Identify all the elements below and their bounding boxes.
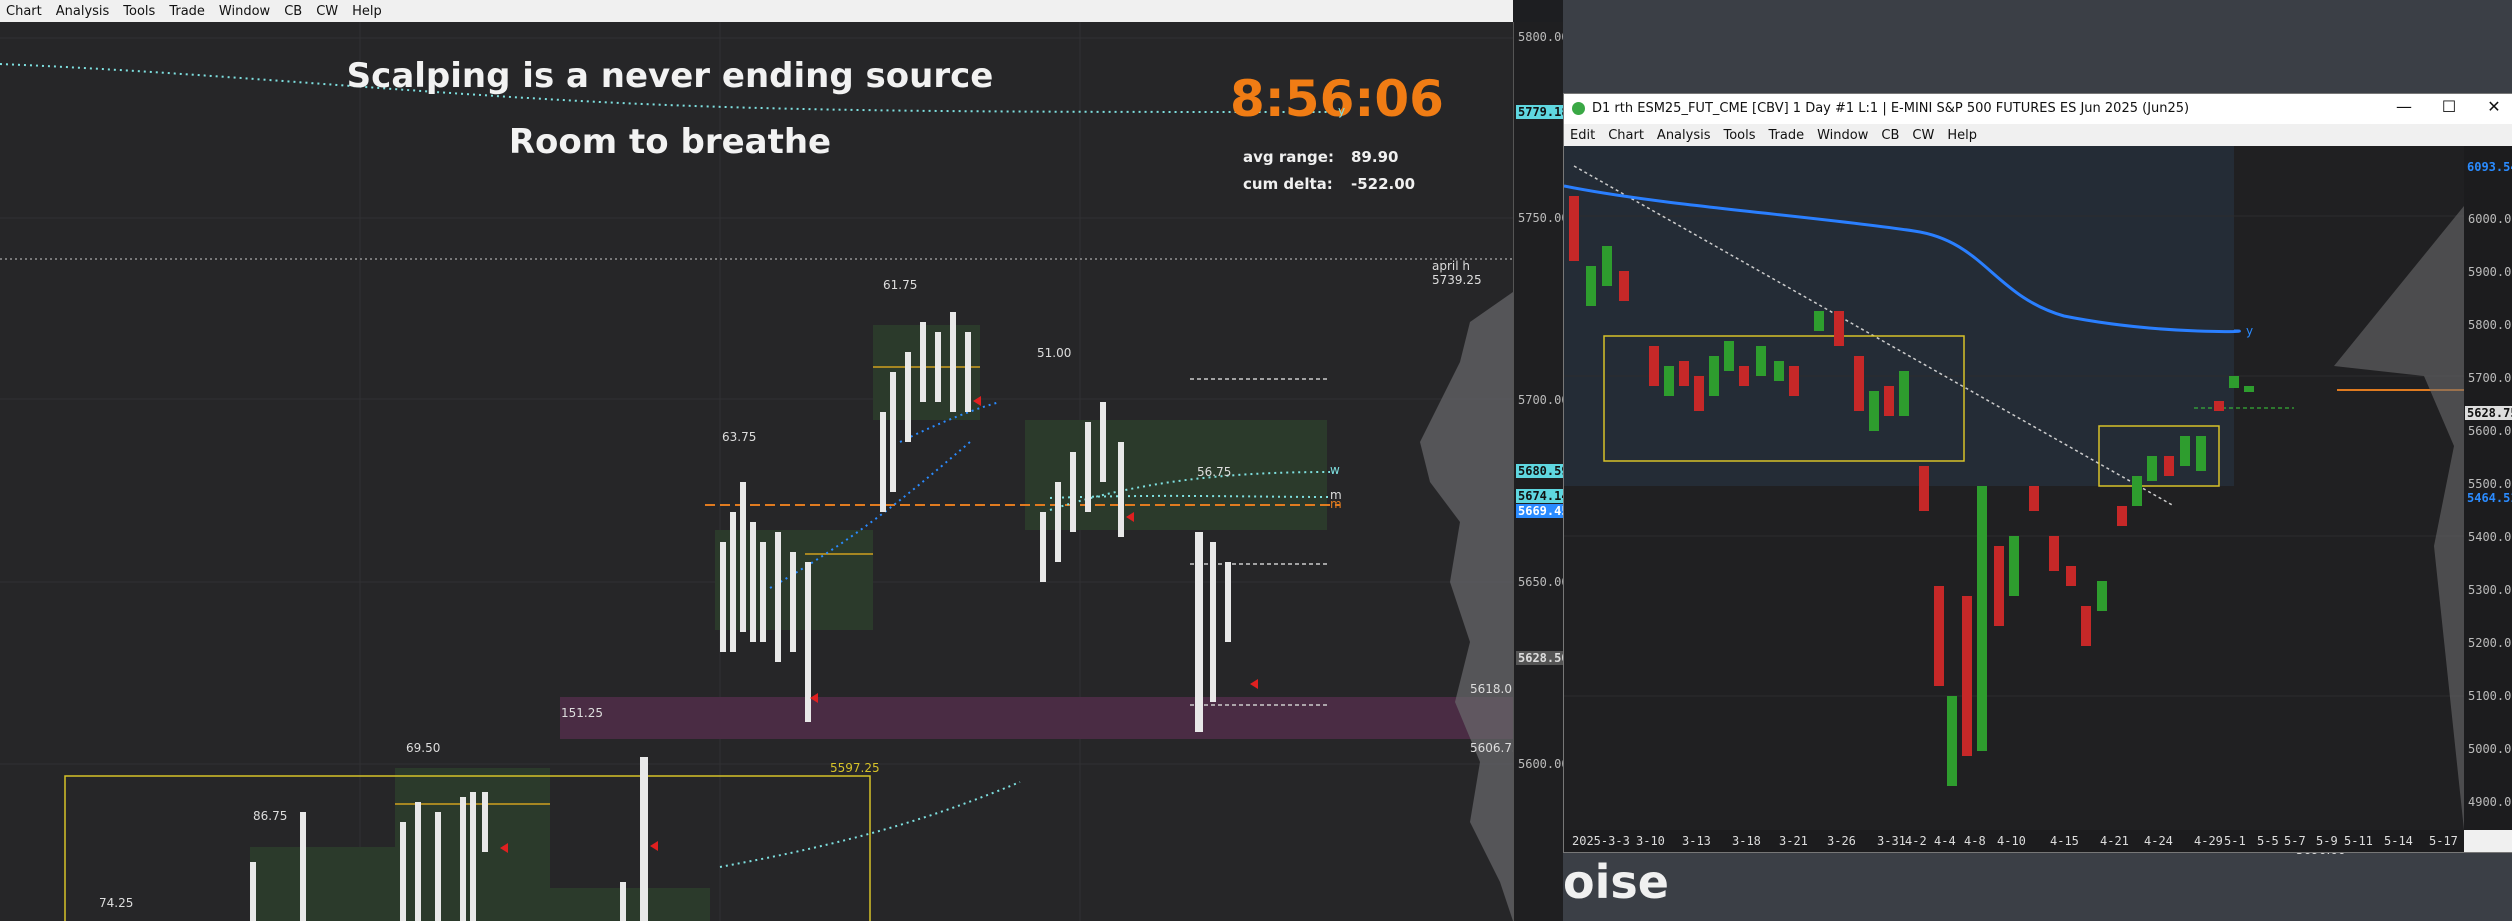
- price-tick: 5800.00: [1518, 30, 1569, 44]
- date-tick: 4-29: [2194, 834, 2223, 848]
- price-tag: 5464.51: [2467, 491, 2512, 505]
- window-menubar: Edit Chart Analysis Tools Trade Window CB CW Hel…: [1564, 124, 2512, 146]
- date-tick: 3-31: [1877, 834, 1906, 848]
- price-tick: 5900.00: [2468, 265, 2512, 279]
- price-tick: 5400.00: [2468, 530, 2512, 544]
- level-label-5606: 5606.75: [1470, 741, 1513, 755]
- price-tag: 6093.54: [2467, 160, 2512, 174]
- date-tick: 5-9: [2316, 834, 2338, 848]
- price-tick: 5600.00: [1518, 757, 1569, 771]
- daily-price-axis[interactable]: 6000.00 5900.00 5800.00 5700.00 5600.00 …: [2464, 146, 2512, 830]
- line-tag: m: [1330, 497, 1342, 511]
- date-tick: 3-10: [1636, 834, 1665, 848]
- window-menu-chart[interactable]: Chart: [1602, 128, 1651, 143]
- window-menu-help[interactable]: Help: [1941, 128, 1984, 143]
- minimize-button[interactable]: —: [2384, 97, 2424, 116]
- window-menu-cb[interactable]: CB: [1875, 128, 1906, 143]
- price-tick: 4900.00: [2468, 795, 2512, 809]
- cum-delta-value: -522.00: [1351, 175, 1416, 193]
- date-tick: 3-21: [1779, 834, 1808, 848]
- close-button[interactable]: ✕: [2474, 97, 2512, 116]
- avg-range-label: avg range:: [1243, 148, 1334, 166]
- price-tick: 5200.00: [2468, 636, 2512, 650]
- date-tick: 4-24: [2144, 834, 2173, 848]
- date-tick: 4-2: [1905, 834, 1927, 848]
- date-tick: 4-4: [1934, 834, 1956, 848]
- main-menu-analysis[interactable]: Analysis: [50, 4, 118, 19]
- date-tick: 5-5: [2257, 834, 2279, 848]
- window-titlebar[interactable]: D1 rth ESM25_FUT_CME [CBV] 1 Day #1 L:1 …: [1564, 94, 2512, 124]
- window-menu-edit[interactable]: Edit: [1564, 128, 1602, 143]
- box-price-label: 5597.25: [830, 761, 880, 775]
- headline-secondary: Room to breathe: [508, 122, 832, 162]
- daily-chart-area[interactable]: y: [1564, 146, 2464, 830]
- price-tag: 5628.75: [2465, 406, 2512, 420]
- line-tag: w: [1330, 463, 1340, 477]
- main-price-axis[interactable]: 5800.00 5750.00 5700.00 5650.00 5600.00 …: [1513, 22, 1571, 921]
- cum-delta-label: cum delta:: [1243, 175, 1333, 193]
- price-tick: 5000.00: [2468, 742, 2512, 756]
- chart-label: 63.75: [722, 430, 757, 444]
- chart-label: 56.75: [1197, 465, 1232, 479]
- daily-date-axis[interactable]: 2025-3-3 3-10 3-13 3-18 3-21 3-26 3-31 4-2 4-4 4-…: [1564, 830, 2464, 852]
- price-tick: 6000.00: [2468, 212, 2512, 226]
- main-chart-area[interactable]: Scalping is a never ending source Room t…: [0, 22, 1513, 921]
- window-menu-tools[interactable]: Tools: [1717, 128, 1762, 143]
- price-tick: 5650.00: [1518, 575, 1569, 589]
- date-tick: 5-11: [2344, 834, 2373, 848]
- main-menu-cb[interactable]: CB: [278, 4, 310, 19]
- price-tick: 5600.00: [2468, 424, 2512, 438]
- window-menu-analysis[interactable]: Analysis: [1651, 128, 1718, 143]
- window-menu-window[interactable]: Window: [1811, 128, 1875, 143]
- date-tick: 5-17: [2429, 834, 2458, 848]
- main-menu-help[interactable]: Help: [346, 4, 390, 19]
- main-menu-cw[interactable]: CW: [310, 4, 346, 19]
- date-tick: 4-15: [2050, 834, 2079, 848]
- maximize-button[interactable]: ☐: [2429, 97, 2469, 116]
- daily-chart-drawing: [1564, 146, 2464, 830]
- date-tick: 4-10: [1997, 834, 2026, 848]
- date-tick: 4-8: [1964, 834, 1986, 848]
- line-tag: y: [1338, 104, 1346, 118]
- window-title: D1 rth ESM25_FUT_CME [CBV] 1 Day #1 L:1 …: [1592, 101, 2190, 116]
- overlay-text: oise: [1563, 855, 1669, 909]
- date-tick: 3-13: [1682, 834, 1711, 848]
- april-high-label: april h 5739.25: [1432, 259, 1482, 287]
- chart-label: 61.75: [883, 278, 918, 292]
- headline-primary: Scalping is a never ending source: [346, 56, 994, 96]
- main-menu-tools[interactable]: Tools: [117, 4, 163, 19]
- date-tick: 2025-3-3: [1572, 834, 1630, 848]
- price-tick: 5300.00: [2468, 583, 2512, 597]
- window-menu-cw[interactable]: CW: [1906, 128, 1941, 143]
- main-menu-window[interactable]: Window: [213, 4, 278, 19]
- chart-label: 69.50: [406, 741, 441, 755]
- session-clock: 8:56:06: [1230, 70, 1444, 128]
- date-tick: 3-26: [1827, 834, 1856, 848]
- level-label-5618: 5618.0: [1470, 682, 1512, 696]
- main-menu-chart[interactable]: Chart: [0, 4, 50, 19]
- chart-label: 74.25: [99, 896, 134, 910]
- chart-label: 151.25: [561, 706, 603, 720]
- price-tick: 5100.00: [2468, 689, 2512, 703]
- globe-icon: [1572, 102, 1585, 115]
- daily-chart-window[interactable]: D1 rth ESM25_FUT_CME [CBV] 1 Day #1 L:1 …: [1563, 93, 2512, 853]
- avg-range-value: 89.90: [1351, 148, 1399, 166]
- price-tick: 5750.00: [1518, 211, 1569, 225]
- price-tick: 5500.00: [2468, 477, 2512, 491]
- price-tick: 5700.00: [1518, 393, 1569, 407]
- date-tick: 5-7: [2284, 834, 2306, 848]
- date-tick: 4-21: [2100, 834, 2129, 848]
- main-menu-trade[interactable]: Trade: [163, 4, 213, 19]
- date-tick: 3-18: [1732, 834, 1761, 848]
- price-tick: 5700.00: [2468, 371, 2512, 385]
- window-menu-trade[interactable]: Trade: [1763, 128, 1812, 143]
- chart-label: 86.75: [253, 809, 288, 823]
- price-tick: 5800.00: [2468, 318, 2512, 332]
- main-menubar: Chart Analysis Tools Trade Window CB CW Help: [0, 0, 1513, 22]
- line-tag: y: [2246, 324, 2254, 338]
- date-tick: 5-14: [2384, 834, 2413, 848]
- chart-label: 51.00: [1037, 346, 1072, 360]
- date-tick: 5-1: [2224, 834, 2246, 848]
